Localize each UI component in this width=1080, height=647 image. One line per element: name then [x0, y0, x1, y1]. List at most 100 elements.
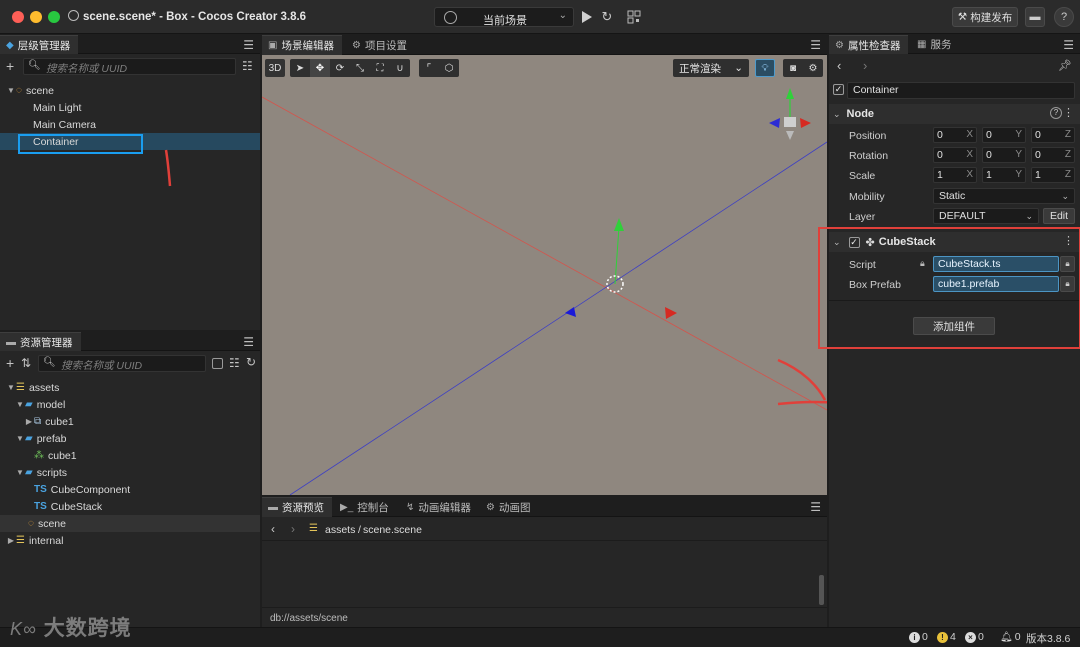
qr-preview-button[interactable] — [625, 7, 643, 27]
forward-icon[interactable]: › — [863, 58, 867, 73]
scale-tool-icon[interactable]: ⤡ — [350, 59, 370, 77]
back-icon[interactable]: ‹ — [271, 522, 275, 536]
rotation-y-field[interactable]: 0Y — [982, 147, 1026, 163]
help-icon[interactable]: ? — [1050, 107, 1062, 119]
script-asset-field[interactable]: CubeStack.ts — [933, 256, 1059, 272]
scrollbar[interactable] — [819, 575, 824, 605]
render-mode-select[interactable]: 正常渲染 ⌄ — [673, 59, 749, 77]
node-active-checkbox[interactable]: ✓ — [833, 84, 844, 95]
assets-search-input[interactable]: 🔍︎ 搜索名称或 UUID — [38, 355, 206, 372]
more-options-icon[interactable]: ⋮ — [1063, 234, 1074, 247]
camera-icon[interactable]: ◙ — [783, 59, 803, 77]
tree-item-container[interactable]: Container — [0, 133, 260, 150]
close-window-button[interactable] — [12, 11, 24, 23]
gear-icon[interactable]: ⚙ — [803, 59, 823, 77]
add-node-icon[interactable]: + — [6, 58, 14, 74]
forward-icon[interactable]: › — [291, 522, 295, 536]
tree-item-main-camera[interactable]: Main Camera — [0, 116, 260, 133]
info-count[interactable]: i0 — [909, 631, 928, 643]
scene-lighting-button[interactable]: 💡︎ — [755, 59, 775, 77]
filter-checkbox[interactable] — [212, 358, 223, 369]
expand-arrow-icon[interactable]: ▼ — [6, 86, 16, 95]
tab-asset-preview[interactable]: ▬ 资源预览 — [262, 497, 332, 517]
rotate-tool-icon[interactable]: ⟳ — [330, 59, 350, 77]
orient-x-icon[interactable] — [800, 118, 811, 128]
orient-cube-icon[interactable] — [784, 117, 796, 127]
gizmo-y-arrow-icon[interactable] — [614, 218, 624, 231]
refresh-button[interactable]: ↻ — [600, 7, 614, 27]
snap-tool-icon[interactable]: ∪ — [390, 59, 410, 77]
menu-icon[interactable]: ☰ — [243, 38, 254, 52]
menu-icon[interactable]: ☰ — [1063, 38, 1074, 52]
add-asset-icon[interactable]: + — [6, 355, 14, 371]
tree-item-cubestack[interactable]: TS CubeStack — [0, 498, 260, 515]
tab-hierarchy[interactable]: ◆ 层级管理器 — [0, 35, 79, 54]
folder-button[interactable]: ▬ — [1025, 7, 1045, 27]
scale-x-field[interactable]: 1X — [933, 167, 977, 183]
local-global-icon[interactable]: ⬡ — [439, 59, 459, 77]
pin-icon[interactable]: 📌︎ — [1058, 59, 1072, 72]
rotation-z-field[interactable]: 0Z — [1031, 147, 1075, 163]
scale-z-field[interactable]: 1Z — [1031, 167, 1075, 183]
tree-item-internal[interactable]: ▶ ☰ internal — [0, 532, 260, 549]
expand-arrow-icon[interactable]: ▼ — [15, 400, 25, 409]
tab-console[interactable]: ▶_ 控制台 — [334, 497, 397, 517]
prefab-lock-button[interactable]: 🔒︎ — [1060, 276, 1075, 292]
component-enabled-checkbox[interactable]: ✓ — [848, 236, 860, 248]
mobility-select[interactable]: Static ⌄ — [933, 188, 1075, 204]
minimize-window-button[interactable] — [30, 11, 42, 23]
sort-list-icon[interactable]: ☷ — [242, 59, 253, 73]
gizmo-x-arrow-icon[interactable] — [665, 307, 677, 319]
expand-arrow-icon[interactable]: ▼ — [6, 383, 16, 392]
error-count[interactable]: × 0 — [965, 631, 984, 643]
tab-animation-graph[interactable]: ⚙ 动画图 — [480, 497, 538, 517]
node-section-header[interactable]: ⌄ Node ? ⋮ — [829, 104, 1080, 124]
build-publish-button[interactable]: ⚒ 构建发布 — [952, 7, 1018, 27]
tree-item-scripts[interactable]: ▼ ▰ scripts — [0, 464, 260, 481]
tree-item-prefab[interactable]: ▼ ▰ prefab — [0, 430, 260, 447]
refresh-icon[interactable]: ↻ — [246, 355, 256, 369]
cubestack-section-header[interactable]: ⌄ ✓ ✤ CubeStack ⋮ — [829, 232, 1080, 252]
position-x-field[interactable]: 0X — [933, 127, 977, 143]
tree-item-cubecomponent[interactable]: TS CubeComponent — [0, 481, 260, 498]
collapse-arrow-icon[interactable]: ⌄ — [833, 109, 841, 120]
more-options-icon[interactable]: ⋮ — [1063, 106, 1074, 119]
expand-arrow-icon[interactable]: ▶ — [24, 417, 34, 426]
orient-y-icon[interactable] — [786, 88, 794, 99]
tree-item-model[interactable]: ▼ ▰ model — [0, 396, 260, 413]
orient-z-icon[interactable] — [769, 118, 780, 128]
rotation-x-field[interactable]: 0X — [933, 147, 977, 163]
back-icon[interactable]: ‹ — [837, 58, 841, 73]
tab-animation-editor[interactable]: ↯ 动画编辑器 — [400, 497, 479, 517]
tab-inspector[interactable]: ⚙ 属性检查器 — [829, 35, 909, 54]
node-name-input[interactable]: Container — [847, 82, 1075, 99]
tree-item-scene[interactable]: ▼ ◌ scene — [0, 82, 260, 99]
tab-project-settings[interactable]: ⚙ 项目设置 — [346, 35, 415, 55]
path-root[interactable]: assets — [325, 524, 355, 536]
select-tool-icon[interactable]: ➤ — [290, 59, 310, 77]
tree-item-assets[interactable]: ▼ ☰ assets — [0, 379, 260, 396]
expand-arrow-icon[interactable]: ▼ — [15, 468, 25, 477]
rect-tool-icon[interactable]: ⛶ — [370, 59, 390, 77]
menu-icon[interactable]: ☰ — [243, 335, 254, 349]
orient-neg-y-icon[interactable] — [786, 131, 794, 140]
scale-y-field[interactable]: 1Y — [982, 167, 1026, 183]
sort-icon[interactable]: ⇅ — [21, 356, 31, 370]
tree-item-prefab-cube1[interactable]: ⁂ cube1 — [0, 447, 260, 464]
mode-3d-button[interactable]: 3D — [265, 59, 285, 77]
hierarchy-search-input[interactable]: 🔍︎ 搜索名称或 UUID — [23, 58, 236, 75]
tree-item-main-light[interactable]: Main Light — [0, 99, 260, 116]
layer-edit-button[interactable]: Edit — [1043, 208, 1075, 224]
tree-item-scene-asset[interactable]: ◌ scene — [0, 515, 260, 532]
script-lock-button[interactable]: 🔒︎ — [1060, 256, 1075, 272]
help-button[interactable]: ? — [1054, 7, 1074, 27]
move-tool-icon[interactable]: ✥ — [310, 59, 330, 77]
tab-scene-editor[interactable]: ▣ 场景编辑器 — [262, 35, 342, 55]
expand-arrow-icon[interactable]: ▶ — [6, 536, 16, 545]
expand-arrow-icon[interactable]: ▼ — [15, 434, 25, 443]
zoom-window-button[interactable] — [48, 11, 60, 23]
pivot-icon[interactable]: ⌜ — [419, 59, 439, 77]
list-view-icon[interactable]: ☷ — [229, 356, 240, 370]
scene-viewport[interactable] — [262, 55, 827, 495]
add-component-button[interactable]: 添加组件 — [913, 317, 995, 335]
